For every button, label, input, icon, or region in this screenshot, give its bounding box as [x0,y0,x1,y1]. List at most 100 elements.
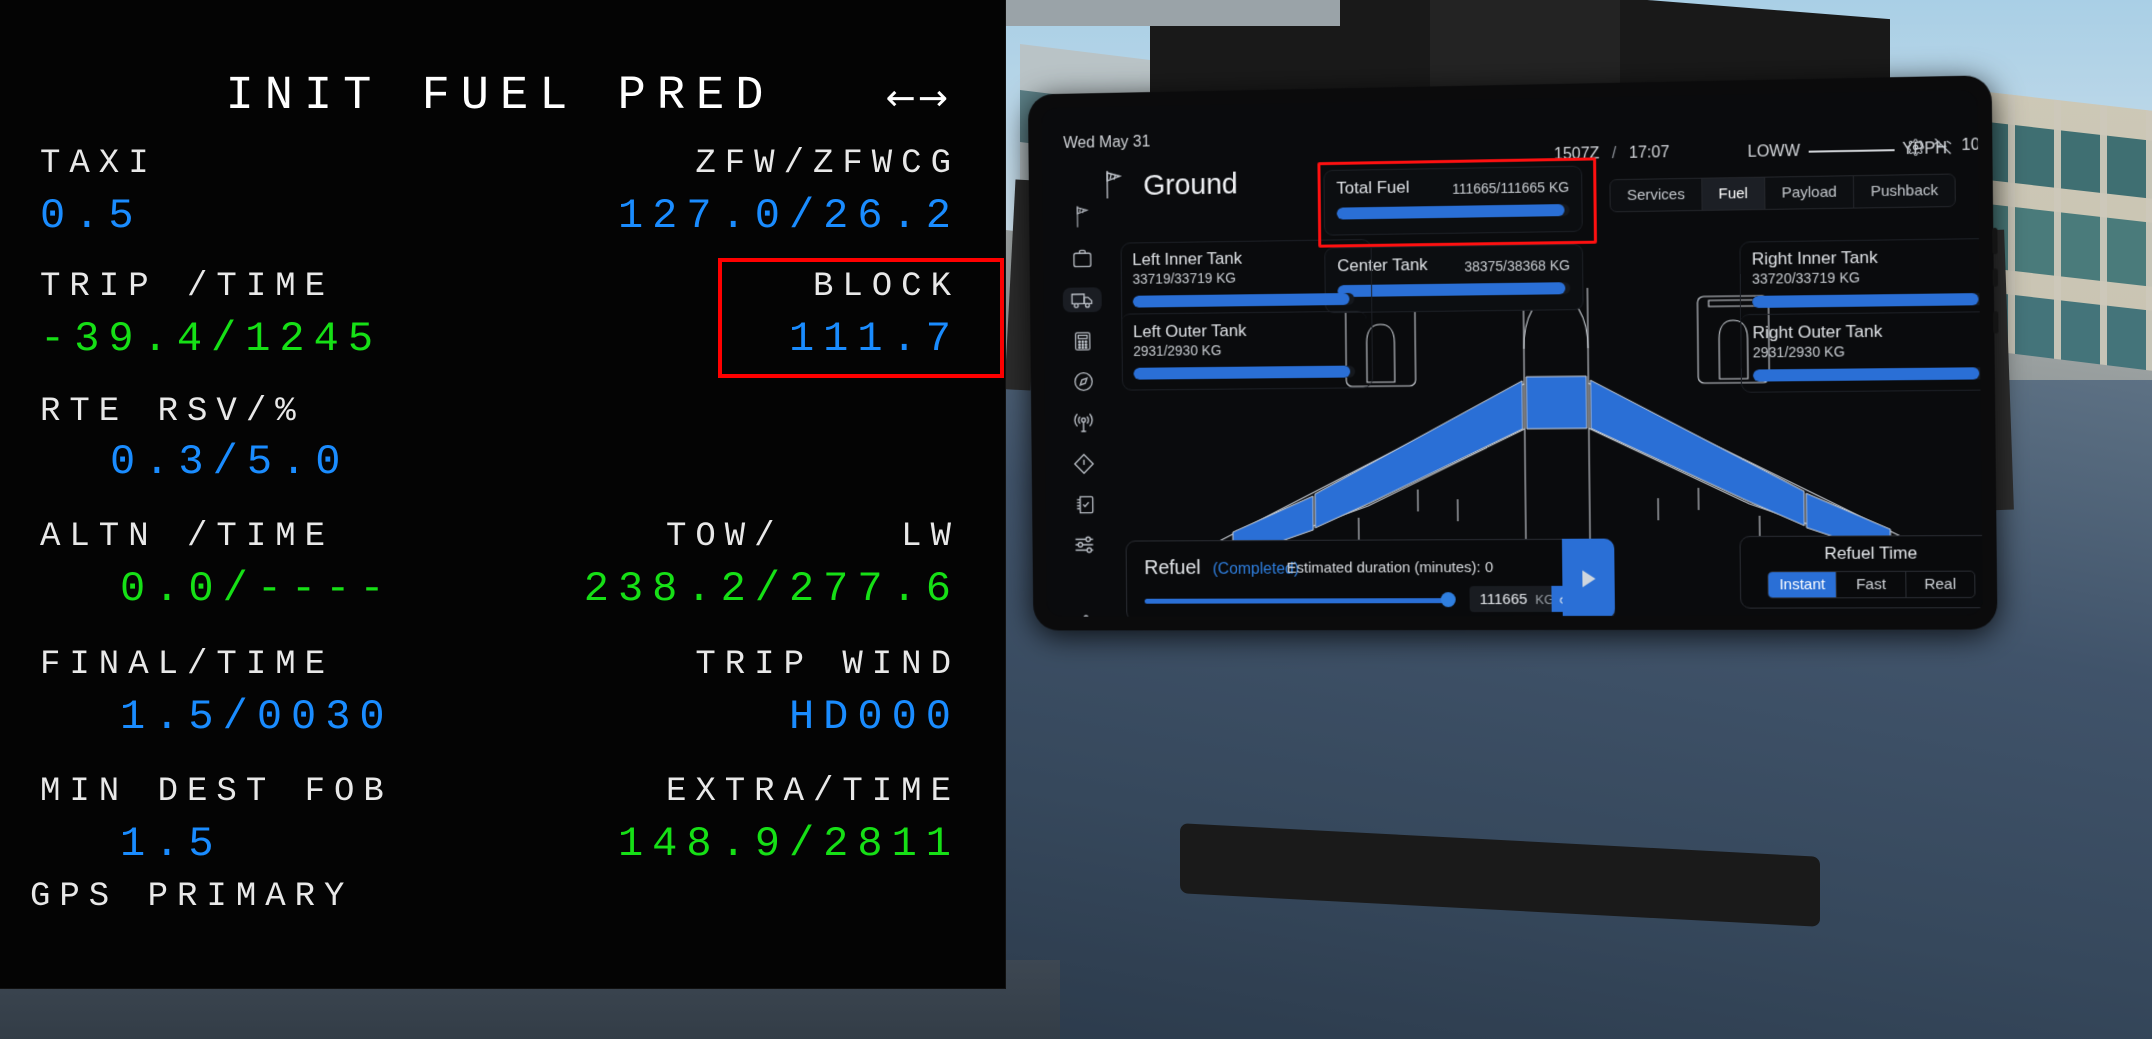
left-outer-tank-card: Left Outer Tank 2931/2930 KG [1121,310,1368,385]
sidebar-item-dashboard[interactable] [1062,203,1101,229]
refuel-time-fast[interactable]: Fast [1836,571,1907,598]
sidebar-item-dispatch[interactable] [1062,247,1101,270]
mcdu-value-min-dest-fob[interactable]: 1.5 [120,820,223,868]
center-tank-value: 38375/38368 KG [1464,257,1571,275]
left-inner-tank-value: 33719/33719 KG [1132,269,1237,287]
page-title: Ground [1143,168,1238,202]
efb-sidebar [1054,203,1112,606]
right-inner-tank-label: Right Inner Tank [1751,247,1878,269]
right-outer-tank-label: Right Outer Tank [1752,321,1883,343]
mcdu-value-tow-lw[interactable]: 238.2/277.6 [584,565,960,613]
refuel-time-panel: Refuel Time Instant Fast Real [1739,534,1983,609]
refuel-quantity-value: 111665 [1479,590,1528,608]
status-time-local: 17:07 [1628,144,1670,162]
refuel-estimate: Estimated duration (minutes): 0 [1286,559,1494,577]
right-outer-tank-card: Right Outer Tank 2931/2930 KG [1740,311,1983,387]
status-time-separator: / [1611,144,1617,163]
efb-status-bar: Wed May 31 1507Z / 17:07 LOWW YPPH 100% [1042,98,1983,164]
ground-tabs: Services Fuel Payload Pushback [1609,173,1956,213]
tab-fuel[interactable]: Fuel [1701,177,1766,210]
right-tanks-group: Right Inner Tank 33720/33719 KG Right Ou… [1739,237,1983,393]
tab-payload[interactable]: Payload [1765,176,1855,209]
mcdu-label-final-time: FINAL/TIME [40,646,335,684]
wifi-off-icon[interactable] [1934,137,1953,156]
total-fuel-bar [1336,203,1570,220]
block-fuel-highlight-box [718,258,1004,378]
tab-pushback[interactable]: Pushback [1854,175,1955,208]
battery-percent: 100% [1961,136,1983,155]
screenshot-root: + ⧉ ✕ INIT FUEL PRED ←→ TAXI ZFW/ZFWCG 0… [0,0,2152,1039]
total-fuel-value: 111665/111665 KG [1452,178,1570,197]
total-fuel-card: Total Fuel 111665/111665 KG [1323,165,1583,236]
refuel-time-title: Refuel Time [1824,543,1918,563]
mcdu-label-rte-rsv: RTE RSV/% [40,393,305,431]
status-time-zulu: 1507Z [1553,145,1600,164]
left-outer-tank-label: Left Outer Tank [1133,321,1247,342]
mcdu-display[interactable]: INIT FUEL PRED ←→ TAXI ZFW/ZFWCG 0.5 127… [0,0,1005,988]
status-indicators: 100% [1907,136,1983,157]
sidebar-item-failures[interactable] [1064,452,1103,476]
left-outer-tank-value: 2931/2930 KG [1133,342,1222,359]
refuel-label: Refuel [1144,557,1201,580]
sidebar-item-navigation[interactable] [1064,370,1103,393]
center-tank-bar [1337,282,1571,298]
efb-screen: Wed May 31 1507Z / 17:07 LOWW YPPH 100% … [1041,89,1983,617]
left-inner-tank-card: Left Inner Tank 33719/33719 KG [1121,239,1367,314]
windsock-icon [1100,168,1126,207]
mcdu-label-trip-wind: TRIP WIND [695,646,960,684]
status-date: Wed May 31 [1063,133,1151,152]
sidebar-item-atc[interactable] [1064,411,1103,435]
page-header: Ground [1100,166,1238,207]
sidebar-item-tuning[interactable] [1065,534,1104,556]
refuel-panel: Refuel (Completed) Estimated duration (m… [1125,538,1616,617]
mcdu-value-extra-time[interactable]: 148.9/2811 [618,820,960,868]
mcdu-label-extra-time: EXTRA/TIME [665,773,960,811]
refuel-time-instant[interactable]: Instant [1768,572,1838,598]
left-tanks-group: Left Inner Tank 33719/33719 KG Left Oute… [1120,238,1374,391]
mcdu-page-title: INIT FUEL PRED [225,70,775,123]
status-time: 1507Z / 17:07 [1554,144,1670,164]
sidebar-item-settings[interactable] [1066,615,1105,617]
mcdu-value-trip-time[interactable]: -39.4/1245 [40,315,382,363]
sidebar-item-performance[interactable] [1063,330,1102,353]
mcdu-label-tow-lw: TOW/ LW [665,518,960,556]
gear-icon[interactable] [1907,138,1925,156]
tablet-power-button[interactable] [1993,311,1999,334]
sidebar-item-checklists[interactable] [1065,493,1104,516]
efb-tablet: Wed May 31 1507Z / 17:07 LOWW YPPH 100% … [1022,75,1999,631]
mcdu-label-taxi: TAXI [40,145,158,183]
left-outer-tank-bar [1133,365,1356,380]
sidebar-item-ground[interactable] [1062,287,1102,313]
right-outer-tank-value: 2931/2930 KG [1752,343,1845,361]
mcdu-scratchpad-message: GPS PRIMARY [30,878,354,916]
mcdu-value-taxi[interactable]: 0.5 [40,192,143,240]
mcdu-value-rte-rsv[interactable]: 0.3/5.0 [110,438,349,486]
refuel-start-button[interactable] [1561,538,1616,617]
route-origin: LOWW [1747,142,1801,161]
tablet-volume-up-button[interactable] [1992,227,1998,255]
sim-window-titlebar: + ⧉ ✕ [1006,0,1340,26]
right-inner-tank-card: Right Inner Tank 33720/33719 KG [1739,238,1983,314]
right-outer-tank-bar [1752,367,1983,382]
mcdu-label-zfw: ZFW/ZFWCG [695,145,960,183]
mcdu-label-trip-time: TRIP /TIME [40,268,335,306]
mcdu-value-altn-time[interactable]: 0.0/---- [120,565,394,613]
mcdu-value-final-time[interactable]: 1.5/0030 [120,693,394,741]
refuel-time-segmented-control: Instant Fast Real [1767,570,1976,599]
right-inner-tank-value: 33720/33719 KG [1751,269,1861,287]
tab-services[interactable]: Services [1610,178,1703,212]
left-inner-tank-label: Left Inner Tank [1132,248,1242,270]
route-line [1808,149,1895,153]
refuel-time-real[interactable]: Real [1906,572,1975,598]
mcdu-label-min-dest-fob: MIN DEST FOB [40,773,393,811]
mcdu-value-trip-wind[interactable]: HD000 [789,693,960,741]
total-fuel-label: Total Fuel [1336,177,1410,198]
refuel-slider-handle[interactable] [1440,592,1456,608]
right-inner-tank-bar [1752,292,1983,308]
left-inner-tank-bar [1132,292,1355,308]
mcdu-value-zfw[interactable]: 127.0/26.2 [618,192,960,240]
mcdu-label-altn-time: ALTN /TIME [40,518,335,556]
mcdu-page-arrows-icon[interactable]: ←→ [886,78,950,119]
tablet-volume-down-button[interactable] [1992,268,1998,287]
refuel-slider[interactable] [1144,592,1456,608]
